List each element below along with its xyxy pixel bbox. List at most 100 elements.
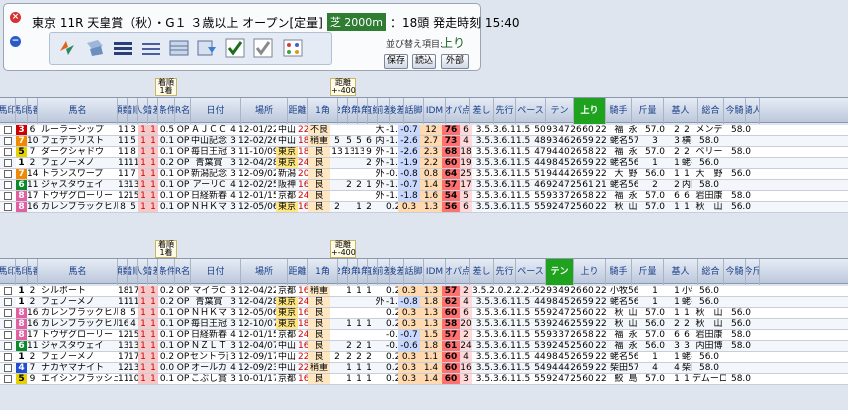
table-row[interactable]: 817トウザグローリー1215110.1OP日経新春412-01/15京都240… [0,330,848,341]
top-header-25[interactable]: ペース [516,98,546,124]
top-header-20[interactable]: 話脚 [404,98,424,124]
bottom-header-20[interactable]: 話脚 [404,259,424,285]
top-header-9[interactable]: R名 [175,98,191,124]
collapse-icon[interactable]: − [10,36,21,47]
cell-horse-name[interactable]: カレンブラックヒル [38,202,118,212]
table-row[interactable]: 816カレンブラックヒル85110.1OPＮＨＫマ312-05/06東京1600… [0,202,848,213]
top-header-10[interactable]: 日付 [191,98,241,124]
top-header-5[interactable]: 着順 [128,98,138,124]
row-checkbox[interactable] [4,375,12,383]
top-header-4[interactable]: 頭数 [118,98,128,124]
table-row[interactable]: 817トウザグローリー1215110.1OP日経新春412-01/15京都240… [0,191,848,202]
top-header-6[interactable]: 人気 [138,98,148,124]
checkmark-gray-icon[interactable] [252,37,274,59]
bottom-header-15[interactable]: 3角 [348,259,358,285]
bottom-header-12[interactable]: 距離 [288,259,308,285]
bottom-header-28[interactable]: 騎手 [606,259,632,285]
bottom-header-25[interactable]: ペース [516,259,546,285]
bottom-header-4[interactable]: 頭数 [118,259,128,285]
rotate-arrows-icon[interactable] [56,37,78,59]
close-icon[interactable]: × [10,12,21,23]
bottom-header-31[interactable]: 総合 [698,259,724,285]
bottom-header-18[interactable]: 前差 [378,259,390,285]
bottom-header-6[interactable]: 人気 [138,259,148,285]
cell-horse-name[interactable]: フェノーメノ [38,297,118,307]
table-row[interactable]: 12フェノーメノ1111110.2OP青葉賞312-04/28東京2400良外-… [0,297,848,308]
top-header-21[interactable]: IDM [424,98,446,124]
top-header-29[interactable]: 斤量 [632,98,664,124]
bottom-header-13[interactable]: 1角 [308,259,338,285]
bottom-header-11[interactable]: 場所 [241,259,288,285]
table-row[interactable]: 47ナカヤマナイト1213110.0OPオールカ412-09/23中山2200稍… [0,363,848,374]
distance-filter-note-2[interactable]: 距離 +-400 [330,240,356,258]
top-header-11[interactable]: 場所 [241,98,288,124]
row-checkbox[interactable] [4,148,12,156]
table-row[interactable]: 816カレンブラックヒル164110.1OP毎日王冠312-10/07東京180… [0,319,848,330]
row-checkbox[interactable] [4,170,12,178]
save-button[interactable]: 保存 [384,54,408,69]
bottom-header-27[interactable]: 上り [574,259,606,285]
table-row[interactable]: 36ルーラーシップ113110.5OPＡＪＣＣ412-01/22中山2200不良… [0,125,848,136]
bottom-header-30[interactable]: 基人 [664,259,698,285]
cell-horse-name[interactable]: カレンブラックヒル [38,319,118,329]
bottom-header-3[interactable]: 馬名 [38,259,118,285]
top-header-1[interactable]: 馬印 [16,98,28,124]
cell-horse-name[interactable]: トランスワープ [38,169,118,179]
row-checkbox[interactable] [4,287,12,295]
top-header-24[interactable]: 先行 [494,98,516,124]
lines-thick-icon[interactable] [112,37,134,59]
table-row[interactable]: 611ジャスタウェイ1313110.1OPアーリC412-02/25阪神1600… [0,180,848,191]
top-header-12[interactable]: 距離 [288,98,308,124]
bottom-header-1[interactable]: 馬印 [16,259,28,285]
bottom-header-23[interactable]: 差し [470,259,494,285]
bottom-header-10[interactable]: 日付 [191,259,241,285]
folder-arrow-icon[interactable] [84,37,106,59]
top-header-18[interactable]: 前差 [378,98,390,124]
top-header-0[interactable]: 馬印 [0,98,16,124]
row-checkbox[interactable] [4,298,12,306]
row-checkbox[interactable] [4,181,12,189]
settings-grid-icon[interactable] [282,37,304,59]
sort-value[interactable]: 上り [441,34,465,51]
table-row[interactable]: 12フェノーメノ1111110.2OP青葉賞312-04/28東京2400良2外… [0,158,848,169]
bottom-header-16[interactable]: 4角 [358,259,368,285]
arrival-filter-note-2[interactable]: 着順 1着 [155,240,177,258]
bottom-header-14[interactable]: 2角 [338,259,348,285]
lines-thin-icon[interactable] [140,37,162,59]
table-row[interactable]: 57ダークシャドウ118110.1OP毎日王冠311-10/09東京1800良1… [0,147,848,158]
checkmark-icon[interactable] [224,37,246,59]
top-header-15[interactable]: 3角 [348,98,358,124]
top-header-16[interactable]: 4角 [358,98,368,124]
table-row[interactable]: 12シルポート1817110.2OPマイラC312-04/22京都1600稍重1… [0,286,848,297]
cell-horse-name[interactable]: シルポート [38,286,118,296]
bottom-header-8[interactable]: 条件 [160,259,175,285]
cell-horse-name[interactable]: フェノーメノ [38,158,118,168]
table-row[interactable]: 611ジャスタウェイ1313110.1OPＮＺＬＴ312-04/07中山1600… [0,341,848,352]
row-checkbox[interactable] [4,192,12,200]
row-checkbox[interactable] [4,364,12,372]
row-checkbox[interactable] [4,342,12,350]
table-grid-icon[interactable] [168,37,190,59]
arrival-filter-note[interactable]: 着順 1着 [155,78,177,96]
top-header-7[interactable]: 着差 [148,98,158,124]
top-header-2[interactable]: 馬番 [28,98,38,124]
top-header-8[interactable]: 条件 [160,98,175,124]
bottom-header-5[interactable]: 着順 [128,259,138,285]
row-checkbox[interactable] [4,309,12,317]
bottom-header-29[interactable]: 斤量 [632,259,664,285]
bottom-header-7[interactable]: 着差 [148,259,158,285]
bottom-header-9[interactable]: R名 [175,259,191,285]
bottom-header-17[interactable]: 直線 [368,259,378,285]
top-header-31[interactable]: 総合 [698,98,724,124]
cell-horse-name[interactable]: ジャスタウェイ [38,341,118,351]
table-row[interactable]: 714トランスワープ117110.1OP新潟記念312-09/02新潟2000良… [0,169,848,180]
top-header-26[interactable]: テン [546,98,574,124]
top-header-13[interactable]: 1角 [308,98,338,124]
table-row[interactable]: 710フェデラリスト115110.1OP中山記念312-02/26中山1800稍… [0,136,848,147]
bottom-header-19[interactable]: 後差 [390,259,404,285]
cell-horse-name[interactable]: フェノーメノ [38,352,118,362]
top-header-17[interactable]: 直線 [368,98,378,124]
cell-horse-name[interactable]: ルーラーシップ [38,125,118,135]
bottom-header-24[interactable]: 先行 [494,259,516,285]
top-header-3[interactable]: 馬名 [38,98,118,124]
